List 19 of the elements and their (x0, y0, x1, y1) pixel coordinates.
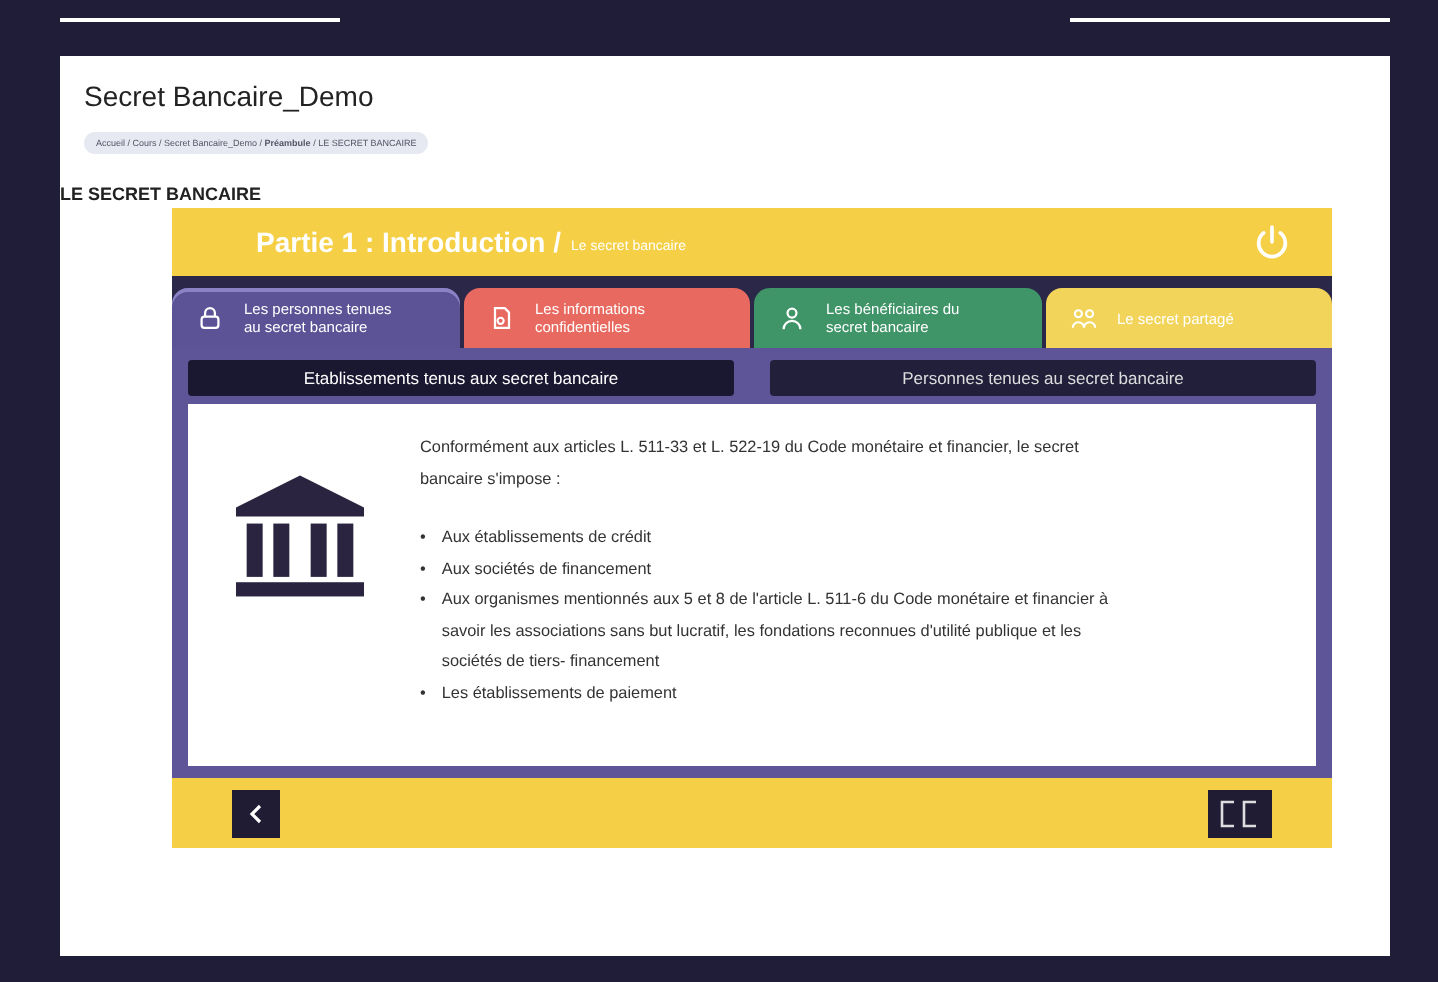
lock-icon (196, 304, 224, 332)
subtab-button[interactable]: Personnes tenues au secret bancaire (770, 360, 1316, 396)
intro-paragraph: Conformément aux articles L. 511-33 et L. 522-19 du Code monétaire et financier, le secret bancaire s'impose : (420, 436, 1081, 492)
list-item: Aux sociétés de financement (441, 557, 652, 582)
section-heading: LE SECRET BANCAIRE (60, 184, 264, 204)
bullet: • (420, 526, 426, 551)
list-item: Aux organismes mentionnés aux 5 et 8 de l'article L. 511-6 du Code monétaire et financier à savoir les associations sans but lucratif, les fondations reconnues d'utilité publique et les sociétés de tiers- financement (441, 588, 1110, 675)
module-title: Partie 1 : Introduction / (256, 226, 561, 258)
subtab-button[interactable]: Etablissements tenus aux secret bancaire (188, 360, 734, 396)
captions-button[interactable] (1208, 789, 1272, 837)
list-item: Aux établissements de crédit (441, 526, 652, 551)
bullet: • (420, 557, 426, 582)
person-icon (778, 304, 806, 332)
course-title: Secret Bancaire_Demo (84, 80, 376, 112)
bullet: • (420, 682, 426, 707)
bullet: • (420, 588, 426, 613)
list-item: Les établissements de paiement (441, 682, 677, 707)
back-button[interactable] (232, 789, 280, 837)
people-icon (1069, 304, 1097, 332)
